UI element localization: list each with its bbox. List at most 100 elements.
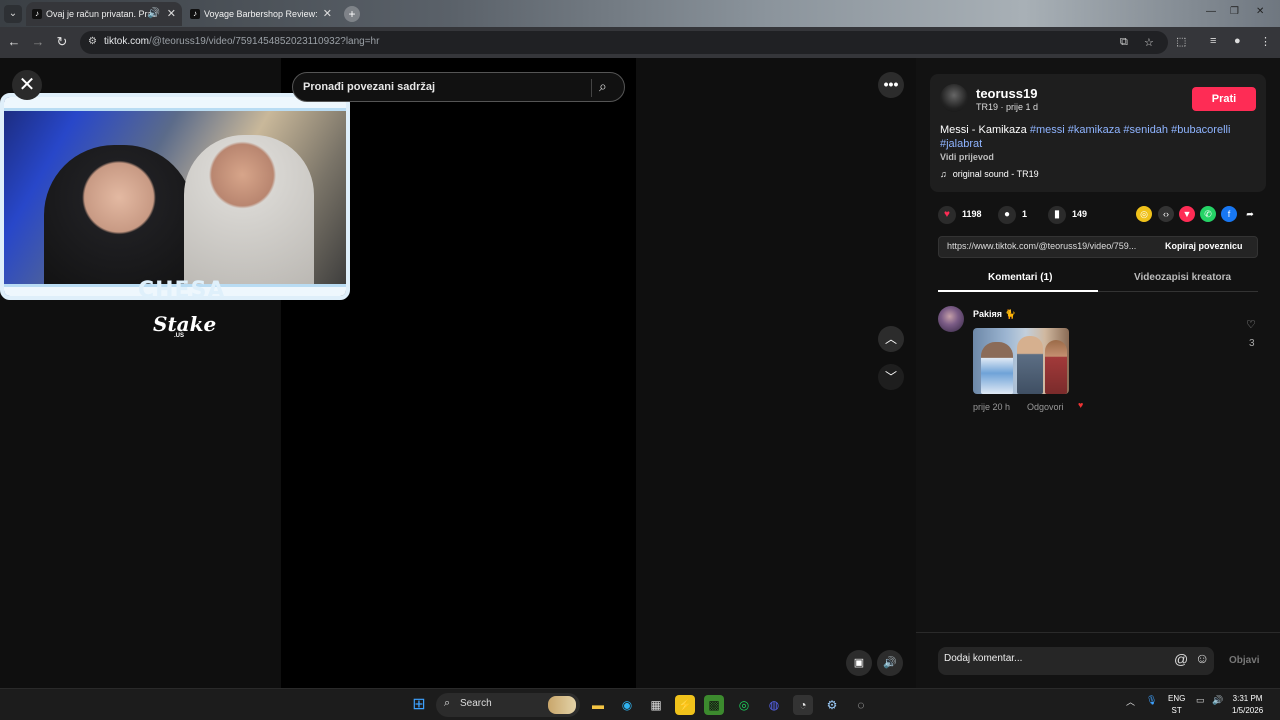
extensions-icon[interactable]: ⬚ — [1176, 35, 1186, 48]
volume-icon[interactable]: 🔊 — [877, 650, 903, 676]
next-video-button[interactable]: ﹀ — [878, 364, 904, 390]
comment-icon: ● — [998, 206, 1016, 224]
music-note-icon: ♫ — [940, 169, 947, 179]
audio-icon[interactable]: 🔊 — [148, 2, 160, 26]
see-translation-link[interactable]: Vidi prijevod — [940, 152, 994, 162]
steam-icon[interactable]: ⚙ — [822, 695, 842, 715]
image-figure — [981, 342, 1013, 394]
reply-button[interactable]: Odgovori — [1027, 402, 1064, 412]
search-icon[interactable]: ⌕ — [599, 78, 607, 95]
streamer-figure — [44, 145, 194, 295]
browser-menu-icon[interactable]: ⋮ — [1260, 35, 1271, 48]
close-video-button[interactable]: ✕ — [12, 70, 42, 100]
system-clock[interactable]: 3:31 PM 1/5/2026 — [1232, 693, 1263, 717]
url-path: /@teoruss19/video/7591454852023110932?la… — [149, 36, 380, 47]
active-tab-indicator — [938, 290, 1098, 292]
profile-avatar-icon[interactable]: ● — [1234, 35, 1241, 47]
browser-tab-active[interactable]: ♪ Ovaj je račun privatan. Prati 🔊 ✕ — [26, 2, 182, 26]
media-icon[interactable]: ≡ — [1210, 35, 1216, 47]
minimize-icon[interactable]: — — [1206, 6, 1216, 17]
comment-image[interactable] — [973, 328, 1069, 394]
start-icon[interactable]: ⊞ — [409, 695, 429, 715]
comment-button[interactable]: ● 1 — [998, 205, 1027, 224]
copy-link-box: https://www.tiktok.com/@teoruss19/video/… — [938, 236, 1258, 258]
panel-tabs: Komentari (1) Videozapisi kreatora — [938, 268, 1258, 292]
comment-time: prije 20 h — [973, 402, 1011, 412]
more-options-button[interactable]: ••• — [878, 72, 904, 98]
file-explorer-icon[interactable]: ▬ — [588, 695, 608, 715]
address-bar[interactable]: ⚙ tiktok.com/@teoruss19/video/7591454852… — [80, 31, 1168, 54]
edge-icon[interactable]: ◉ — [617, 695, 637, 715]
comment-like-icon[interactable]: ♡ — [1246, 318, 1256, 331]
url-text[interactable]: tiktok.com/@teoruss19/video/759145485202… — [104, 36, 379, 47]
related-search-input[interactable] — [303, 78, 583, 96]
discord-icon[interactable]: ◍ — [764, 695, 784, 715]
follow-button[interactable]: Prati — [1192, 87, 1256, 111]
spotify-icon[interactable]: ◎ — [734, 695, 754, 715]
forward-icon[interactable]: → — [30, 34, 46, 50]
previous-video-button[interactable]: ︿ — [878, 326, 904, 352]
coin-share-icon[interactable]: ◎ — [1136, 206, 1152, 222]
snow-frame-top — [4, 97, 346, 111]
close-window-icon[interactable]: ✕ — [1256, 6, 1264, 17]
comment-input[interactable] — [944, 653, 1144, 664]
send-to-friends-icon[interactable]: ▼ — [1179, 206, 1195, 222]
search-divider — [591, 79, 592, 97]
bookmark-star-icon[interactable]: ☆ — [1144, 36, 1154, 49]
browser-toolbar: ← → ↻ ⚙ tiktok.com/@teoruss19/video/7591… — [0, 27, 1280, 58]
save-button[interactable]: ▮ 149 — [1048, 205, 1087, 224]
share-arrow-icon[interactable]: ➦ — [1242, 206, 1258, 222]
app-icon[interactable]: ◌ — [851, 695, 871, 715]
tray-overflow-icon[interactable]: ︿ — [1126, 695, 1135, 708]
video-link[interactable]: https://www.tiktok.com/@teoruss19/video/… — [947, 241, 1157, 251]
commenter-username[interactable]: Pakiяя 🐈 — [973, 309, 1016, 320]
search-icon: ⌕ — [444, 697, 451, 709]
post-comment-button[interactable]: Objavi — [1229, 655, 1260, 666]
commenter-avatar[interactable] — [938, 306, 964, 332]
browser-tab[interactable]: ♪ Voyage Barbershop Review: ✕ — [184, 2, 338, 26]
close-tab-icon[interactable]: ✕ — [323, 2, 332, 26]
facebook-icon[interactable]: f — [1221, 206, 1237, 222]
language-indicator[interactable]: ENG ST — [1168, 693, 1185, 717]
tiktok-favicon-icon: ♪ — [32, 9, 42, 19]
comment-composer: @ ☺ Objavi — [916, 632, 1280, 688]
comment-input-box[interactable]: @ ☺ — [938, 647, 1214, 675]
new-tab-button[interactable]: + — [344, 6, 360, 22]
maximize-icon[interactable]: ❐ — [1230, 6, 1239, 17]
back-icon[interactable]: ← — [6, 34, 22, 50]
taskbar-search[interactable]: ⌕ Search — [436, 693, 580, 717]
copy-link-button[interactable]: Kopiraj poveznicu — [1165, 241, 1243, 251]
video-stage: CHESA Stake .US ✕ ⌕ ••• ︿ ﹀ ▣ 🔊 — [0, 58, 916, 688]
language-code: ENG — [1168, 694, 1186, 703]
author-username[interactable]: teoruss19 — [976, 86, 1037, 101]
clock-time: 3:31 PM — [1232, 694, 1263, 703]
volume-tray-icon[interactable]: 🔊 — [1212, 695, 1223, 706]
related-search[interactable]: ⌕ — [292, 72, 625, 102]
layout-code: ST — [1171, 706, 1182, 715]
like-button[interactable]: ♥ 1198 — [938, 205, 982, 224]
comment-item: Pakiяя 🐈 prije 20 h Odgovori ♥ ♡ 3 — [938, 306, 1258, 426]
floating-player-icon[interactable]: ▣ — [846, 650, 872, 676]
author-meta: TR19 · prije 1 d — [976, 102, 1039, 112]
close-tab-icon[interactable]: ✕ — [167, 2, 176, 26]
tab-creator-videos[interactable]: Videozapisi kreatora — [1134, 272, 1231, 283]
store-icon[interactable]: ▦ — [646, 695, 666, 715]
app-icon[interactable]: ⚡ — [675, 695, 695, 715]
network-icon[interactable]: ▭ — [1196, 695, 1205, 706]
microphone-icon[interactable]: 🎙 — [1146, 695, 1157, 706]
embed-icon[interactable]: ‹› — [1158, 206, 1174, 222]
site-info-icon[interactable]: ⚙ — [88, 36, 97, 47]
chrome-icon[interactable]: ◔ — [793, 695, 813, 715]
whatsapp-icon[interactable]: ✆ — [1200, 206, 1216, 222]
tab-search-menu-icon[interactable]: ⌄ — [4, 5, 22, 23]
sponsor-logo: Stake — [153, 312, 217, 336]
tab-comments[interactable]: Komentari (1) — [988, 272, 1052, 283]
sound-link[interactable]: ♫ original sound - TR19 — [940, 169, 1039, 179]
author-avatar[interactable] — [940, 84, 968, 112]
reload-icon[interactable]: ↻ — [54, 34, 70, 50]
clock-date: 1/5/2026 — [1232, 706, 1264, 715]
mention-icon[interactable]: @ — [1174, 651, 1188, 667]
emoji-icon[interactable]: ☺ — [1195, 650, 1209, 666]
minecraft-icon[interactable]: ▩ — [704, 695, 724, 715]
install-app-icon[interactable]: ⧉ — [1120, 36, 1128, 49]
